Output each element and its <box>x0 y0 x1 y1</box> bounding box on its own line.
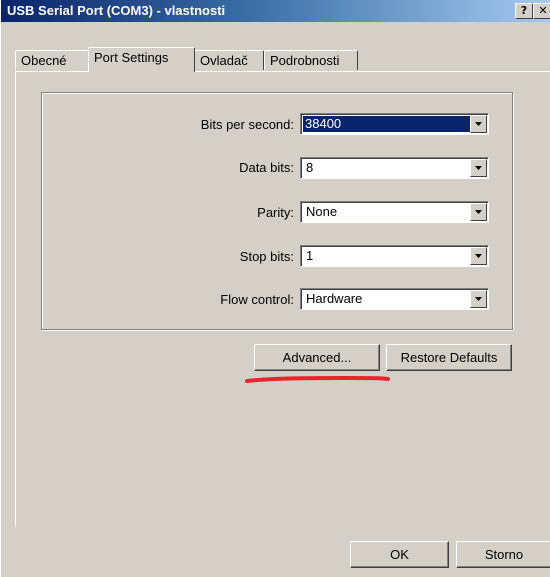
window-title: USB Serial Port (COM3) - vlastnosti <box>7 3 226 18</box>
parity-value: None <box>306 204 338 219</box>
advanced-button[interactable]: Advanced... <box>254 344 380 371</box>
tab-ovladac[interactable]: Ovladač <box>194 50 264 70</box>
stop-bits-label: Stop bits: <box>239 249 294 264</box>
flow-control-label: Flow control: <box>220 292 294 307</box>
ok-button[interactable]: OK <box>350 541 449 568</box>
tab-port-settings[interactable]: Port Settings <box>88 47 195 72</box>
chevron-down-icon[interactable] <box>470 290 487 308</box>
tab-obecne[interactable]: Obecné <box>15 50 89 70</box>
data-bits-select[interactable]: 8 <box>300 157 489 179</box>
flow-control-value: Hardware <box>306 291 363 306</box>
chevron-down-icon[interactable] <box>470 115 487 133</box>
flow-control-select[interactable]: Hardware <box>300 288 489 310</box>
red-underline-annotation <box>245 376 390 383</box>
tab-podrobnosti[interactable]: Podrobnosti <box>264 50 358 70</box>
close-button[interactable]: ✕ <box>533 3 550 19</box>
bits-per-second-select[interactable]: 38400 <box>300 113 489 135</box>
data-bits-value: 8 <box>306 160 314 175</box>
properties-dialog: USB Serial Port (COM3) - vlastnosti ? ✕ … <box>0 0 550 577</box>
bits-per-second-value: 38400 <box>303 116 471 132</box>
restore-defaults-button[interactable]: Restore Defaults <box>386 344 512 371</box>
help-button[interactable]: ? <box>515 3 533 19</box>
cancel-button[interactable]: Storno <box>456 541 550 568</box>
parity-label: Parity: <box>257 205 294 220</box>
stop-bits-value: 1 <box>306 248 314 263</box>
parity-select[interactable]: None <box>300 201 489 223</box>
chevron-down-icon[interactable] <box>470 159 487 177</box>
data-bits-label: Data bits: <box>239 160 294 175</box>
chevron-down-icon[interactable] <box>470 247 487 265</box>
bits-per-second-label: Bits per second: <box>200 117 294 132</box>
chevron-down-icon[interactable] <box>470 203 487 221</box>
stop-bits-select[interactable]: 1 <box>300 245 489 267</box>
title-bar[interactable]: USB Serial Port (COM3) - vlastnosti ? ✕ <box>1 0 550 22</box>
